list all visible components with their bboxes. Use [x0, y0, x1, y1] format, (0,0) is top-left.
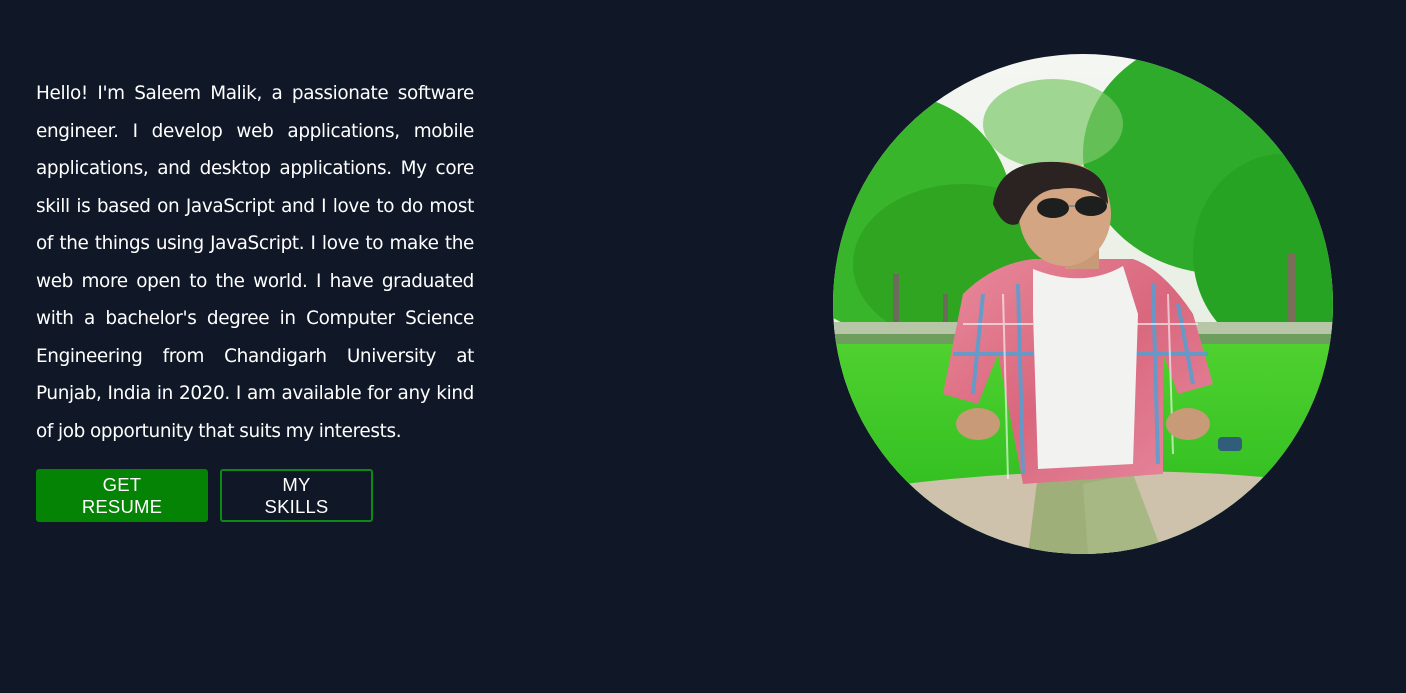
my-skills-button[interactable]: MY SKILLS — [220, 469, 373, 522]
profile-photo-illustration — [833, 54, 1333, 554]
action-buttons: GET RESUME MY SKILLS — [36, 469, 373, 522]
about-section: Hello! I'm Saleem Malik, a passionate so… — [36, 75, 474, 450]
profile-photo — [833, 54, 1333, 554]
bio-text: Hello! I'm Saleem Malik, a passionate so… — [36, 83, 474, 442]
get-resume-button[interactable]: GET RESUME — [36, 469, 208, 522]
